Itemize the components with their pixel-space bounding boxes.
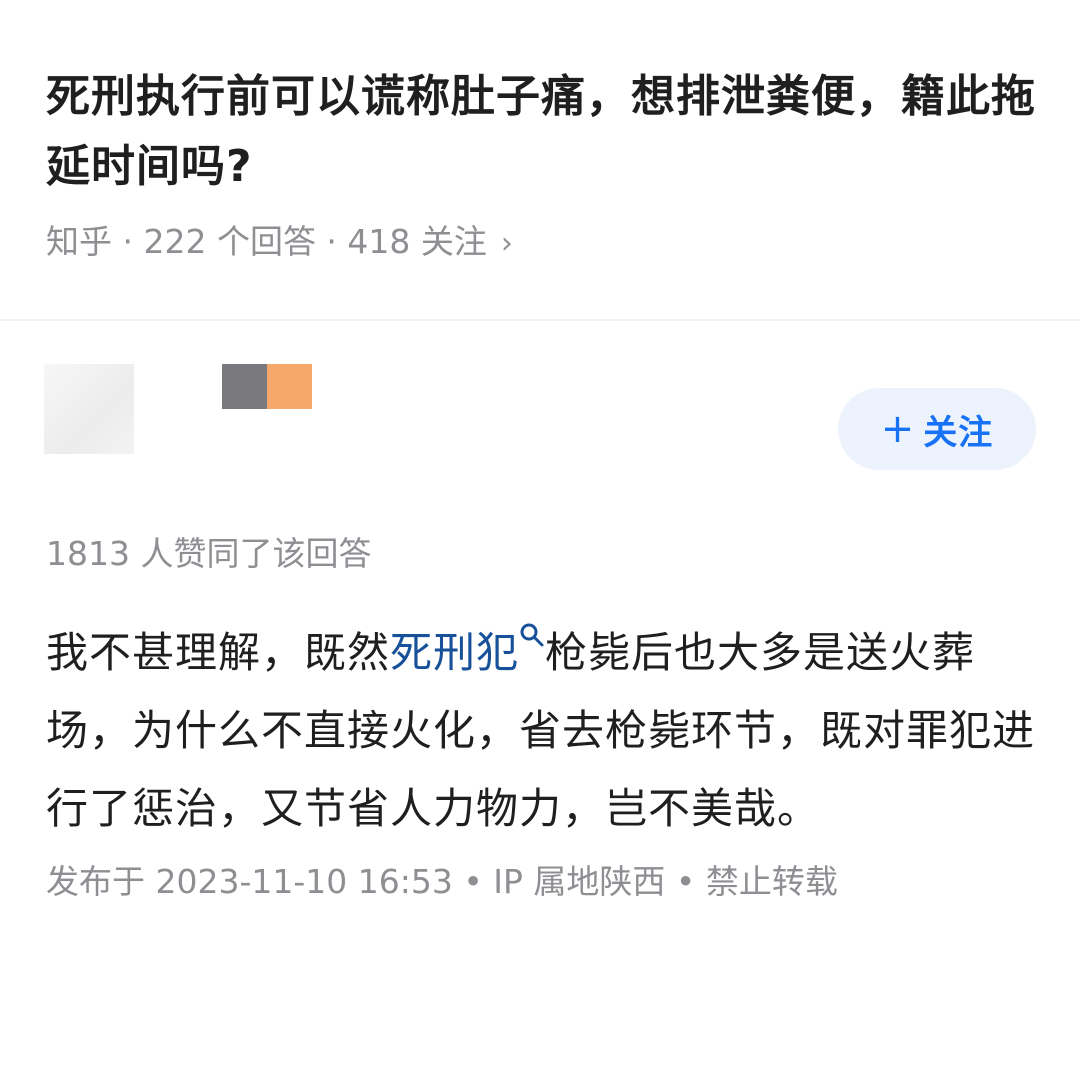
author-badge-orange-block — [267, 364, 312, 409]
avatar[interactable] — [44, 364, 134, 454]
publish-info: 发布于 2023-11-10 16:53 • IP 属地陕西 • 禁止转载 — [46, 862, 838, 901]
question-title[interactable]: 死刑执行前可以谎称肚子痛，想排泄粪便，籍此拖延时间吗? — [46, 62, 1036, 202]
keyword-link[interactable]: 死刑犯 — [390, 623, 545, 677]
author-badge-gray-block — [222, 364, 267, 409]
search-icon — [520, 623, 544, 647]
follow-button[interactable]: + 关注 — [838, 388, 1036, 470]
section-divider — [0, 319, 1080, 321]
chevron-right-icon: › — [500, 226, 513, 261]
question-meta-text: 知乎 · 222 个回答 · 418 关注 — [46, 222, 487, 261]
follow-button-label: 关注 — [923, 412, 994, 453]
zhihu-answer-page: 死刑执行前可以谎称肚子痛，想排泄粪便，籍此拖延时间吗? 知乎 · 222 个回答… — [0, 0, 1080, 1068]
author-name-placeholder[interactable] — [222, 364, 312, 409]
answer-text-before: 我不甚理解，既然 — [46, 628, 391, 677]
answer-body: 我不甚理解，既然死刑犯 枪毙后也大多是送火葬场，为什么不直接火化，省去枪毙环节，… — [46, 614, 1036, 848]
plus-icon: + — [880, 406, 916, 452]
keyword-text: 死刑犯 — [390, 628, 520, 677]
vote-count: 1813 人赞同了该回答 — [46, 534, 372, 573]
question-meta[interactable]: 知乎 · 222 个回答 · 418 关注 › — [46, 218, 513, 268]
